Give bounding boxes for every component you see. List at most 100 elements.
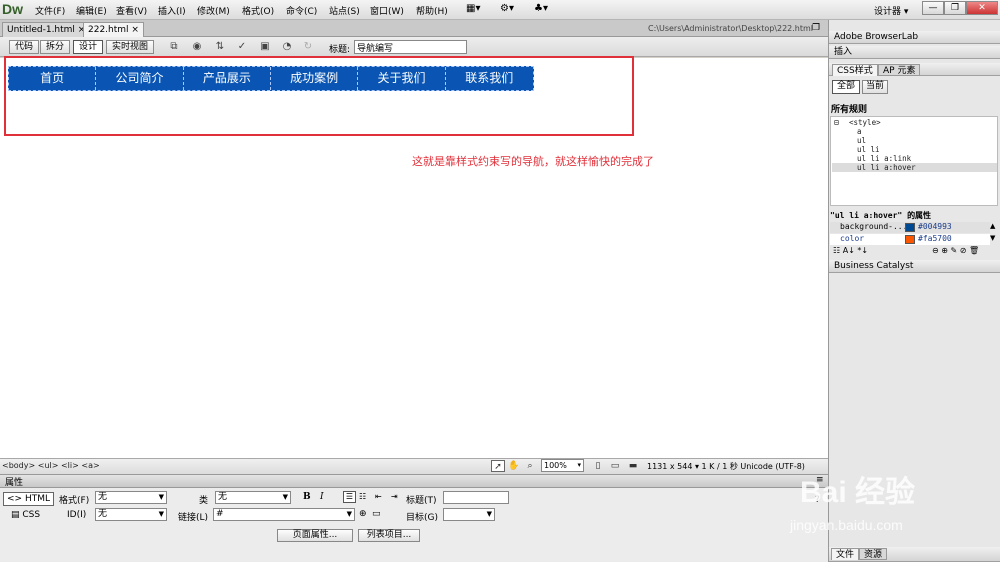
prop-value: #004993 <box>918 222 952 231</box>
refresh-icon[interactable]: ↻ <box>300 40 316 54</box>
format-label: 格式(F) <box>59 496 90 506</box>
hand-tool-icon[interactable]: ✋ <box>507 460 521 472</box>
tablet-size-icon[interactable]: ▭ <box>608 460 622 472</box>
visual-aids-icon[interactable]: ▣ <box>257 40 273 54</box>
close-button[interactable]: ✕ <box>966 1 998 15</box>
inspect-icon[interactable]: ◔ <box>279 40 295 54</box>
zoom-tool-icon[interactable]: ⌕ <box>523 460 537 472</box>
zoom-value: 100% <box>544 461 567 470</box>
page-properties-button[interactable]: 页面属性... <box>277 529 353 542</box>
menu-edit[interactable]: 编辑(E) <box>76 4 107 17</box>
css-mode-button[interactable]: ▤ CSS <box>8 509 43 523</box>
rule-ul-li-a-hover[interactable]: ul li a:hover <box>832 163 997 172</box>
class-value: 无 <box>218 492 228 502</box>
select-tool-icon[interactable]: ➚ <box>491 460 505 472</box>
target-label: 目标(G) <box>406 513 438 523</box>
layout-icon[interactable]: ▦▾ <box>466 3 480 14</box>
link-input[interactable]: # ▼ <box>213 508 355 521</box>
insert-tab[interactable]: 插入 <box>829 47 852 57</box>
site-icon[interactable]: ♣▾ <box>534 3 548 14</box>
restore-doc-icon[interactable]: ❐ <box>812 23 820 33</box>
business-catalyst-header[interactable]: Business Catalyst <box>829 260 1000 273</box>
mobile-size-icon[interactable]: ▯ <box>591 460 605 472</box>
annotation-text: 这就是靠样式约束写的导航，就这样愉快的完成了 <box>412 155 654 168</box>
scroll-down-icon[interactable]: ▼ <box>990 234 995 242</box>
rule-a[interactable]: a <box>857 127 862 136</box>
color-swatch[interactable] <box>905 235 915 244</box>
indent-icon[interactable]: ⇥ <box>391 492 398 501</box>
menu-modify[interactable]: 修改(M) <box>197 4 230 17</box>
heading-input[interactable] <box>443 491 509 504</box>
tab-files[interactable]: 文件 <box>831 548 860 560</box>
preview-browser-icon[interactable]: ◉ <box>189 40 205 54</box>
category-view-icon[interactable]: ☷ A↓ *↓ <box>833 246 868 255</box>
list-item-button[interactable]: 列表项目... <box>358 529 420 542</box>
menu-file[interactable]: 文件(F) <box>35 4 65 17</box>
outdent-icon[interactable]: ⇤ <box>375 492 382 501</box>
menu-format[interactable]: 格式(O) <box>242 4 274 17</box>
view-live-button[interactable]: 实时视图 <box>106 40 155 54</box>
view-design-button[interactable]: 设计 <box>73 40 104 54</box>
browserlab-panel-header[interactable]: Adobe BrowserLab <box>829 31 1000 44</box>
prop-name: color <box>840 234 865 243</box>
ordered-list-icon[interactable]: ☷ <box>359 492 366 501</box>
menu-view[interactable]: 查看(V) <box>116 4 147 17</box>
insert-panel-header[interactable]: 插入 <box>829 46 1000 59</box>
tab-222-html[interactable]: 222.html × <box>83 22 144 37</box>
unordered-list-icon[interactable]: ☰ <box>343 491 356 503</box>
tab-assets[interactable]: 资源 <box>859 548 888 560</box>
menu-help[interactable]: 帮助(H) <box>416 4 448 17</box>
watermark-url: jingyan.baidu.com <box>790 517 903 533</box>
dreamweaver-logo: Dw <box>2 1 23 17</box>
all-rules-button[interactable]: 全部 <box>832 80 860 94</box>
minimize-button[interactable]: — <box>922 1 944 15</box>
target-select[interactable]: ▼ <box>443 508 495 521</box>
rule-ul[interactable]: ul <box>857 136 866 145</box>
workspace-switcher[interactable]: 设计器 ▾ <box>874 4 908 17</box>
business-catalyst-label: Business Catalyst <box>834 261 914 271</box>
id-label: ID(I) <box>67 510 87 520</box>
tab-css-styles[interactable]: CSS样式 <box>832 64 878 76</box>
desktop-size-icon[interactable]: ▬ <box>626 460 640 472</box>
menu-window[interactable]: 窗口(W) <box>370 4 404 17</box>
multiscreen-icon[interactable]: ⧉ <box>166 40 182 54</box>
prop-row-color[interactable]: color #fa5700 <box>830 234 990 245</box>
zoom-select[interactable]: 100% ▾ <box>541 459 584 472</box>
point-to-file-icon[interactable]: ⊕ <box>359 509 367 519</box>
link-value: # <box>216 509 224 519</box>
class-select[interactable]: 无 ▼ <box>215 491 291 504</box>
color-swatch[interactable] <box>905 223 915 232</box>
rule-ul-li-a-link[interactable]: ul li a:link <box>857 154 911 163</box>
css-actions-icons[interactable]: ⊖ ⊕ ✎ ⊘ 🗑 <box>932 246 979 255</box>
rule-style[interactable]: <style> <box>849 118 881 127</box>
css-rules-tree[interactable]: ⊟ <style> a ul ul li ul li a:link ul li … <box>830 116 998 206</box>
view-code-button[interactable]: 代码 <box>9 40 40 54</box>
extend-icon[interactable]: ⚙▾ <box>500 3 514 14</box>
current-rules-button[interactable]: 当前 <box>862 80 888 94</box>
heading-label: 标题(T) <box>406 496 437 506</box>
menu-site[interactable]: 站点(S) <box>329 4 360 17</box>
collapse-icon[interactable]: ⊟ <box>834 118 839 127</box>
tag-selector[interactable]: <body> <ul> <li> <a> <box>2 461 100 470</box>
view-split-button[interactable]: 拆分 <box>40 40 71 54</box>
tab-ap-elements[interactable]: AP 元素 <box>878 64 921 76</box>
file-management-icon[interactable]: ⇅ <box>212 40 228 54</box>
css-mode-label: CSS <box>22 510 41 520</box>
maximize-button[interactable]: ❐ <box>944 1 966 15</box>
class-label: 类 <box>199 496 209 506</box>
id-select[interactable]: 无 ▼ <box>95 508 167 521</box>
page-title-input[interactable] <box>354 40 467 54</box>
prop-row-background[interactable]: background-... #004993 <box>830 222 990 233</box>
tab-untitled-1[interactable]: Untitled-1.html × <box>2 22 91 37</box>
browse-folder-icon[interactable]: ▭ <box>372 509 381 519</box>
check-browser-icon[interactable]: ✓ <box>234 40 250 54</box>
html-mode-button[interactable]: <> HTML <box>3 492 54 506</box>
bold-button[interactable]: B <box>303 492 311 502</box>
scroll-up-icon[interactable]: ▲ <box>990 222 995 230</box>
window-size-info[interactable]: 1131 x 544 ▾ 1 K / 1 秒 Unicode (UTF-8) <box>647 461 805 472</box>
menu-command[interactable]: 命令(C) <box>286 4 317 17</box>
rule-ul-li[interactable]: ul li <box>857 145 880 154</box>
menu-insert[interactable]: 插入(I) <box>158 4 186 17</box>
italic-button[interactable]: I <box>320 492 324 502</box>
format-select[interactable]: 无 ▼ <box>95 491 167 504</box>
